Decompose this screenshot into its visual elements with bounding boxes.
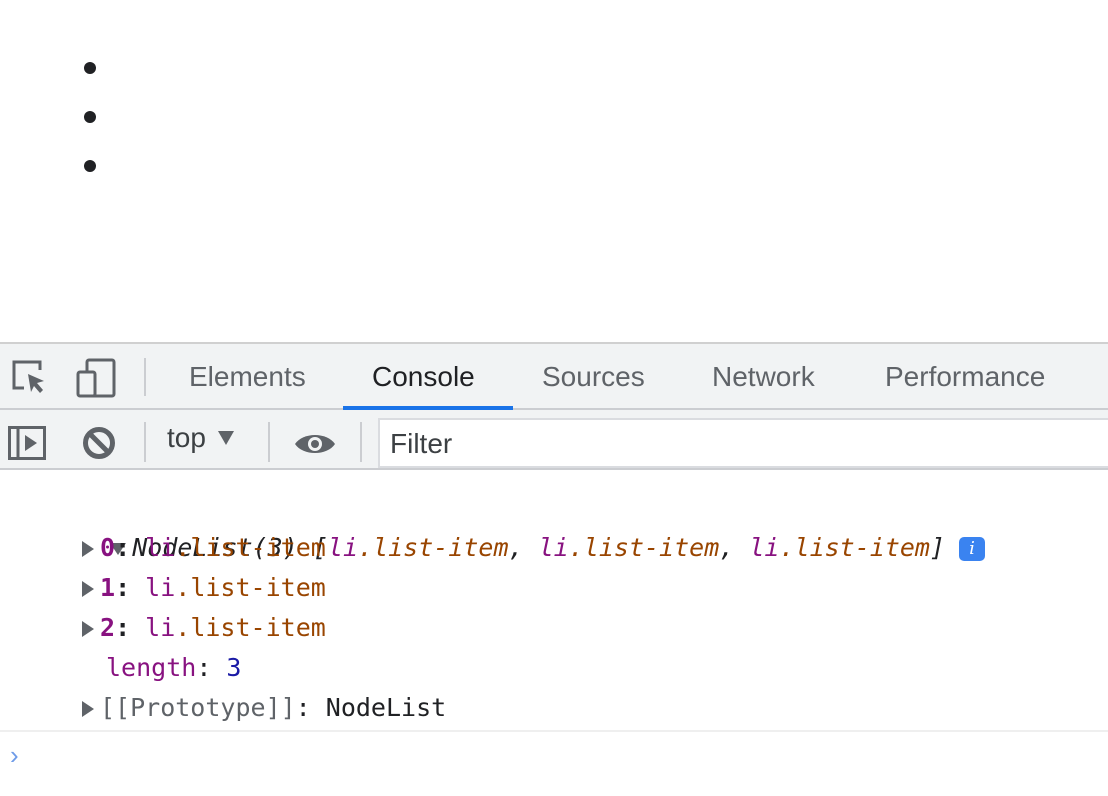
console-prompt[interactable]: ›	[0, 730, 1108, 796]
expand-triangle-icon[interactable]	[82, 701, 94, 717]
expand-triangle-icon[interactable]	[82, 621, 94, 637]
nodelist-entry[interactable]: 2: li.list-item	[0, 608, 1108, 648]
filter-input[interactable]: Filter	[378, 418, 1108, 468]
clear-console-icon[interactable]	[82, 426, 116, 460]
sidebar-toggle-icon[interactable]	[8, 426, 46, 460]
divider	[268, 422, 270, 462]
devtools-tabbar: Elements Console Sources Network Perform…	[0, 342, 1108, 410]
list-item-bullet	[84, 62, 96, 74]
live-expression-eye-icon[interactable]	[293, 430, 337, 458]
tab-performance[interactable]: Performance	[856, 344, 1074, 410]
tab-sources[interactable]: Sources	[513, 344, 674, 410]
dropdown-arrow-icon	[217, 431, 234, 445]
tab-elements[interactable]: Elements	[160, 344, 335, 410]
nodelist-header[interactable]: NodeList(3) [li.list-item, li.list-item,…	[0, 488, 1108, 562]
inspect-element-icon[interactable]	[12, 360, 48, 396]
length-property: length: 3	[106, 653, 242, 682]
nodelist-entry[interactable]: 0: li.list-item	[0, 528, 1108, 568]
expand-triangle-icon[interactable]	[82, 541, 94, 557]
prompt-chevron-icon: ›	[10, 740, 19, 770]
divider	[360, 422, 362, 462]
context-label: top	[167, 422, 206, 453]
list-item-bullet	[84, 160, 96, 172]
context-selector[interactable]: top	[167, 422, 234, 454]
console-output: NodeList(3) [li.list-item, li.list-item,…	[0, 488, 1108, 728]
prototype-property[interactable]: [[Prototype]]: NodeList	[0, 688, 1108, 728]
device-toolbar-icon[interactable]	[76, 358, 116, 398]
divider	[144, 358, 146, 396]
nodelist-entry[interactable]: 1: li.list-item	[0, 568, 1108, 608]
expand-triangle-icon[interactable]	[82, 581, 94, 597]
tab-console[interactable]: Console	[343, 344, 513, 410]
divider	[144, 422, 146, 462]
tab-network[interactable]: Network	[683, 344, 844, 410]
list-item-bullet	[84, 111, 96, 123]
page-content	[0, 0, 1108, 342]
console-toolbar: top Filter	[0, 410, 1108, 470]
